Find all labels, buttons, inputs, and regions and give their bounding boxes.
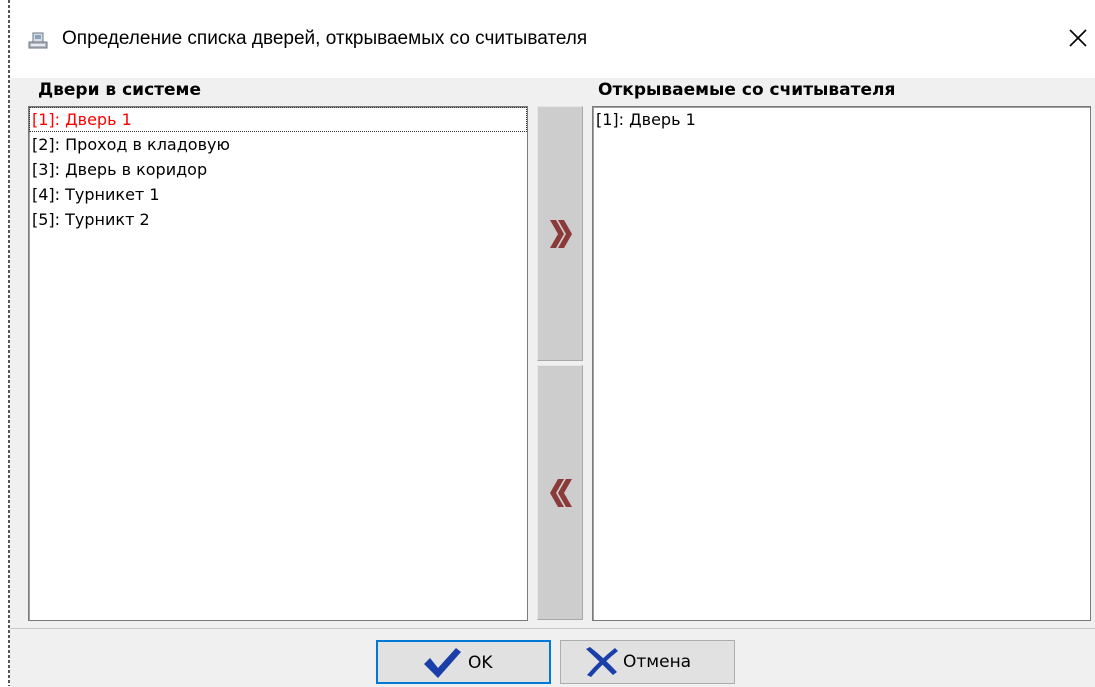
ok-button[interactable]: OK — [376, 640, 551, 684]
ok-button-label: OK — [468, 653, 493, 673]
dialog-window: Определение списка дверей, открываемых с… — [0, 0, 1095, 687]
assigned-doors-list[interactable]: [1]: Дверь 1 — [592, 106, 1091, 621]
window-title: Определение списка дверей, открываемых с… — [62, 28, 588, 49]
button-bar: OK Отмена — [10, 628, 1095, 687]
available-doors-list[interactable]: [1]: Дверь 1 [2]: Проход в кладовую [3]: Д… — [28, 106, 528, 621]
list-item[interactable]: [3]: Дверь в коридор — [29, 157, 527, 182]
list-item[interactable]: [5]: Турникт 2 — [29, 207, 527, 232]
list-item[interactable]: [1]: Дверь 1 — [593, 107, 1090, 132]
close-icon — [1062, 29, 1094, 58]
list-item[interactable]: [4]: Турникет 1 — [29, 182, 527, 207]
title-bar[interactable]: Определение списка дверей, открываемых с… — [10, 0, 1095, 78]
dialog-client-area: Двери в системе [1]: Дверь 1 [2]: Проход … — [10, 78, 1095, 687]
assigned-doors-label: Открываемые со считывателя — [598, 80, 896, 100]
app-window-icon — [28, 30, 48, 50]
list-item[interactable]: [2]: Проход в кладовую — [29, 132, 527, 157]
available-doors-label: Двери в системе — [38, 80, 201, 100]
close-button[interactable] — [1062, 22, 1094, 54]
list-item[interactable]: [1]: Дверь 1 — [29, 107, 527, 132]
remove-door-button[interactable] — [537, 365, 583, 620]
cancel-button[interactable]: Отмена — [560, 640, 735, 684]
add-door-button[interactable] — [537, 106, 583, 361]
cancel-button-label: Отмена — [623, 652, 692, 672]
